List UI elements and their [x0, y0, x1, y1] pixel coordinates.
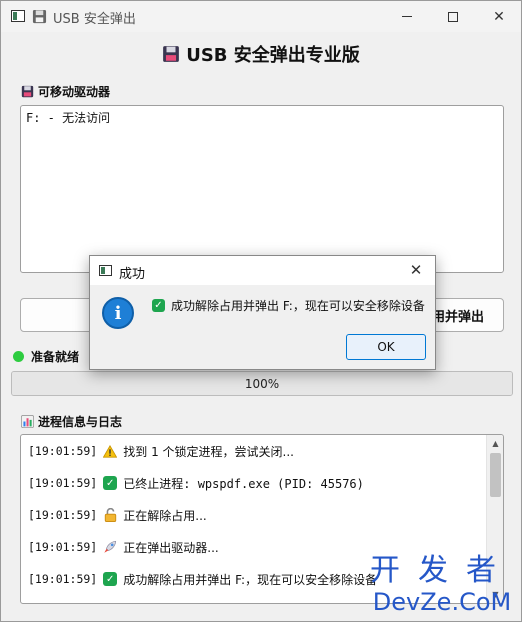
log-timestamp: [19:01:59] [28, 572, 98, 586]
drive-list-item[interactable]: F: - 无法访问 [26, 109, 498, 126]
drives-section-label: 可移动驱动器 [21, 83, 110, 100]
maximize-icon [448, 11, 458, 22]
log-line: [19:01:59] ✓ 已终止进程: wpspdf.exe (PID: 455… [21, 467, 487, 499]
close-button[interactable]: ✕ [476, 1, 522, 32]
app-icon [99, 265, 112, 276]
scroll-thumb[interactable] [490, 453, 501, 497]
floppy-disk-icon [32, 9, 47, 24]
ok-button[interactable]: OK [346, 334, 426, 360]
status-indicator: 准备就绪 [13, 348, 79, 365]
log-timestamp: [19:01:59] [28, 476, 98, 490]
floppy-disk-icon [163, 46, 180, 62]
check-icon: ✓ [152, 299, 165, 312]
check-icon: ✓ [103, 476, 118, 490]
info-icon: i [102, 297, 134, 329]
dialog-message: ✓ 成功解除占用并弹出 F:，现在可以安全移除设备 [152, 297, 425, 314]
log-timestamp: [19:01:59] [28, 540, 98, 554]
minimize-button[interactable] [384, 1, 430, 32]
log-line: [19:01:59] 正在解除占用... [21, 499, 487, 531]
log-line: [19:01:59] 找到 1 个锁定进程，尝试关闭... [21, 435, 487, 467]
log-message: 找到 1 个锁定进程，尝试关闭... [123, 444, 294, 459]
watermark-en: DevZe.CoM [372, 588, 512, 616]
status-dot-icon [13, 351, 24, 362]
dialog-title: 成功 [119, 267, 146, 282]
dialog-message-text: 成功解除占用并弹出 F:，现在可以安全移除设备 [171, 299, 425, 313]
maximize-button[interactable] [430, 1, 476, 32]
title-bar[interactable]: USB 安全弹出 ✕ [1, 1, 521, 32]
progress-bar: 100% [11, 371, 513, 396]
drive-list[interactable]: F: - 无法访问 [20, 105, 504, 273]
main-window: USB 安全弹出 ✕ USB 安全弹出专业版 可移动驱动器 F: - 无法访问 … [0, 0, 522, 622]
minimize-icon [402, 16, 412, 17]
log-message: 正在解除占用... [123, 508, 207, 523]
warning-icon [103, 444, 118, 458]
page-title: USB 安全弹出专业版 [1, 41, 521, 67]
watermark-cn: 开发者 [370, 553, 514, 588]
log-message: 正在弹出驱动器... [123, 540, 219, 555]
dialog-close-button[interactable]: ✕ [405, 260, 427, 280]
close-icon: ✕ [409, 261, 423, 279]
bar-chart-icon [21, 415, 34, 428]
log-timestamp: [19:01:59] [28, 508, 98, 522]
log-label-text: 进程信息与日志 [38, 415, 123, 429]
check-icon: ✓ [103, 572, 118, 586]
watermark: 开发者 DevZe.CoM [367, 553, 517, 617]
window-title: USB 安全弹出 [53, 12, 136, 27]
scroll-up-icon[interactable]: ▲ [487, 435, 503, 452]
close-icon: ✕ [493, 8, 505, 25]
success-dialog: 成功 ✕ i ✓ 成功解除占用并弹出 F:，现在可以安全移除设备 OK [89, 255, 436, 370]
dialog-title-bar[interactable]: 成功 ✕ [90, 256, 435, 285]
status-text: 准备就绪 [31, 350, 80, 364]
unlock-icon [103, 508, 117, 522]
app-icon [11, 10, 25, 22]
log-message: 成功解除占用并弹出 F:，现在可以安全移除设备 [123, 572, 378, 587]
log-section-label: 进程信息与日志 [21, 413, 122, 430]
page-title-text: USB 安全弹出专业版 [186, 45, 360, 66]
drives-label-text: 可移动驱动器 [38, 85, 111, 99]
eject-button-label: 用并弹出 [431, 309, 484, 325]
log-message: 已终止进程: wpspdf.exe (PID: 45576) [123, 476, 364, 491]
log-timestamp: [19:01:59] [28, 444, 98, 458]
rocket-icon [103, 540, 117, 554]
floppy-disk-icon [21, 85, 34, 98]
progress-text: 100% [244, 376, 280, 391]
